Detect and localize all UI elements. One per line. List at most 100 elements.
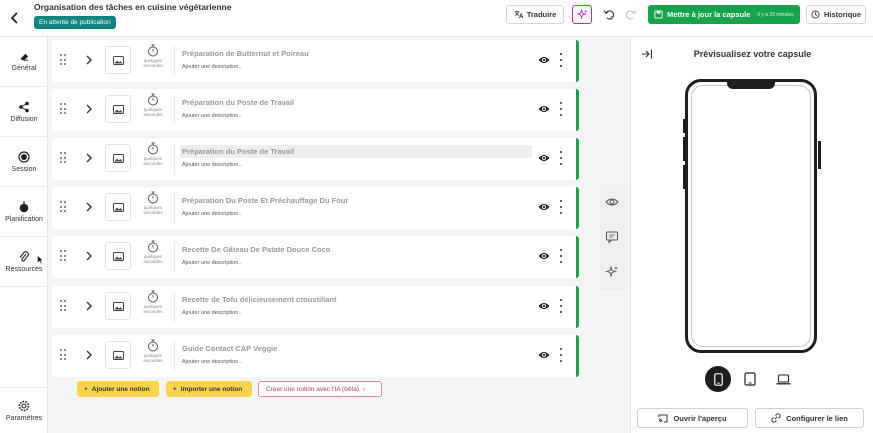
- notion-description[interactable]: Ajouter une description..: [182, 310, 241, 316]
- notion-card[interactable]: quelques secondes Recette De Gâteau De P…: [52, 236, 579, 278]
- sidebar-item-diffusion[interactable]: Diffusion: [0, 87, 48, 137]
- notion-card[interactable]: quelques secondes Préparation du Poste d…: [52, 138, 579, 180]
- device-desktop-button[interactable]: [770, 366, 796, 392]
- visibility-eye-icon[interactable]: [538, 153, 550, 163]
- image-placeholder[interactable]: [105, 341, 131, 369]
- visibility-eye-icon[interactable]: [538, 202, 550, 212]
- update-capsule-button[interactable]: Mettre à jour la capsule Il y a 20 minut…: [648, 5, 800, 24]
- notion-description[interactable]: Ajouter une description..: [182, 113, 241, 119]
- stopwatch-icon: [19, 201, 29, 212]
- more-options-icon[interactable]: [559, 200, 563, 214]
- visibility-eye-icon[interactable]: [538, 251, 550, 261]
- device-mobile-button[interactable]: [705, 366, 731, 392]
- more-options-icon[interactable]: [559, 348, 563, 362]
- duration-timer[interactable]: quelques secondes: [138, 142, 168, 176]
- comment-icon[interactable]: [605, 230, 619, 244]
- image-placeholder[interactable]: [105, 95, 131, 123]
- image-icon: [112, 301, 124, 311]
- history-button[interactable]: Historique: [806, 5, 866, 24]
- chevron-right-icon[interactable]: [85, 54, 93, 66]
- sidebar-item-general[interactable]: Général: [0, 37, 48, 87]
- notion-title[interactable]: Recette de Tofu délicieusement croustill…: [180, 293, 532, 306]
- notion-title[interactable]: Recette De Gâteau De Patate Douce Coco: [180, 243, 532, 256]
- add-notion-button[interactable]: + Ajouter une notion: [77, 381, 159, 397]
- translate-button[interactable]: Traduire: [506, 5, 564, 24]
- sparkles-icon[interactable]: [605, 265, 619, 279]
- sidebar-item-planification[interactable]: Planification: [0, 187, 48, 237]
- notion-card[interactable]: quelques secondes Préparation de Buttern…: [52, 40, 579, 82]
- open-preview-button[interactable]: Ouvrir l'aperçu: [637, 408, 748, 428]
- preview-eye-icon[interactable]: [605, 195, 619, 209]
- sidebar-item-label: Diffusion: [10, 115, 38, 123]
- notion-card[interactable]: quelques secondes Préparation Du Poste E…: [52, 187, 579, 229]
- sidebar-item-settings[interactable]: Paramètres: [0, 387, 48, 433]
- drag-handle-icon[interactable]: [60, 54, 66, 66]
- more-options-icon[interactable]: [559, 151, 563, 165]
- image-placeholder[interactable]: [105, 144, 131, 172]
- visibility-eye-icon[interactable]: [538, 104, 550, 114]
- drag-handle-icon[interactable]: [60, 201, 66, 213]
- chevron-right-icon[interactable]: [85, 250, 93, 262]
- visibility-eye-icon[interactable]: [538, 55, 550, 65]
- chevron-left-icon: [10, 12, 18, 24]
- import-notion-button[interactable]: + Importer une notion: [166, 381, 252, 397]
- ai-magic-button[interactable]: [572, 5, 592, 24]
- image-placeholder[interactable]: [105, 46, 131, 74]
- notion-title[interactable]: Préparation Du Poste Et Préchauffage Du …: [180, 194, 532, 207]
- image-placeholder[interactable]: [105, 242, 131, 270]
- ai-notion-button[interactable]: Créer une notion avec l'IA (bêta) ›: [258, 381, 382, 397]
- chevron-right-icon[interactable]: [85, 201, 93, 213]
- notion-description[interactable]: Ajouter une description..: [182, 211, 241, 217]
- duration-timer[interactable]: quelques secondes: [138, 290, 168, 324]
- duration-timer[interactable]: quelques secondes: [138, 240, 168, 274]
- drag-handle-icon[interactable]: [60, 250, 66, 262]
- image-icon: [112, 104, 124, 114]
- back-button[interactable]: [6, 9, 24, 27]
- add-notion-label: Ajouter une notion: [91, 385, 150, 393]
- plus-icon: +: [173, 385, 177, 393]
- update-timestamp: Il y a 20 minutes: [757, 11, 794, 18]
- chevron-right-icon[interactable]: [85, 103, 93, 115]
- notion-card[interactable]: quelques secondes Recette de Tofu délici…: [52, 286, 579, 328]
- open-preview-label: Ouvrir l'aperçu: [673, 413, 727, 423]
- chevron-right-icon[interactable]: [85, 349, 93, 361]
- visibility-eye-icon[interactable]: [538, 350, 550, 360]
- notion-title[interactable]: Préparation du Poste de Travail: [180, 145, 532, 158]
- drag-handle-icon[interactable]: [60, 103, 66, 115]
- stopwatch-icon: [148, 44, 158, 57]
- notion-description[interactable]: Ajouter une description..: [182, 162, 241, 168]
- chevron-right-icon[interactable]: [85, 152, 93, 164]
- visibility-eye-icon[interactable]: [538, 301, 550, 311]
- duration-timer[interactable]: quelques secondes: [138, 44, 168, 78]
- device-tablet-button[interactable]: [737, 366, 763, 392]
- drag-handle-icon[interactable]: [60, 152, 66, 164]
- more-options-icon[interactable]: [559, 53, 563, 67]
- duration-timer[interactable]: quelques secondes: [138, 93, 168, 127]
- configure-link-button[interactable]: Configurer le lien: [755, 408, 864, 428]
- notion-card[interactable]: quelques secondes Guide Contact CAP Vegg…: [52, 335, 579, 377]
- redo-button[interactable]: [624, 7, 638, 21]
- notion-card[interactable]: quelques secondes Préparation du Poste d…: [52, 89, 579, 131]
- sidebar-item-label: Ressources: [5, 265, 43, 273]
- image-placeholder[interactable]: [105, 193, 131, 221]
- drag-handle-icon[interactable]: [60, 300, 66, 312]
- duration-timer[interactable]: quelques secondes: [138, 191, 168, 225]
- notion-title[interactable]: Préparation de Butternut et Poireau: [180, 47, 532, 60]
- left-sidebar: Général Diffusion Session Planification …: [0, 37, 48, 433]
- notion-title[interactable]: Préparation du Poste de Travail: [180, 96, 532, 109]
- more-options-icon[interactable]: [559, 249, 563, 263]
- undo-button[interactable]: [602, 7, 616, 21]
- image-placeholder[interactable]: [105, 292, 131, 320]
- drag-handle-icon[interactable]: [60, 349, 66, 361]
- notion-title[interactable]: Guide Contact CAP Veggie: [180, 342, 532, 355]
- duration-timer[interactable]: quelques secondes: [138, 339, 168, 373]
- chevron-right-icon[interactable]: [85, 300, 93, 312]
- redo-icon: [626, 10, 637, 20]
- sidebar-item-session[interactable]: Session: [0, 137, 48, 187]
- notion-description[interactable]: Ajouter une description..: [182, 260, 241, 266]
- more-options-icon[interactable]: [559, 102, 563, 116]
- notion-description[interactable]: Ajouter une description..: [182, 64, 241, 70]
- notion-description[interactable]: Ajouter une description..: [182, 359, 241, 365]
- more-options-icon[interactable]: [559, 299, 563, 313]
- stopwatch-icon: [148, 339, 158, 352]
